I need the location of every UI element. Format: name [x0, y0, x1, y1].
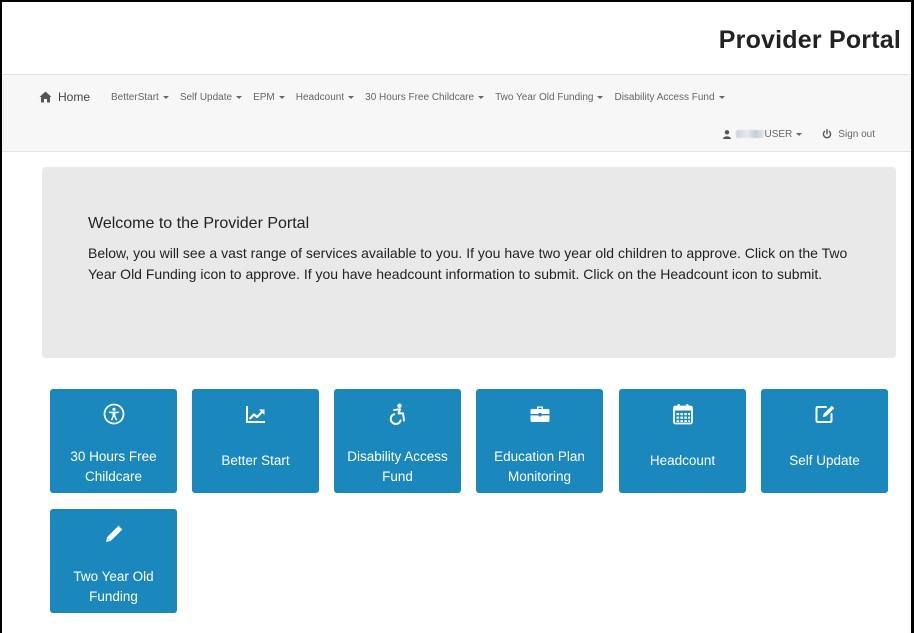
- accessibility-icon: [103, 403, 124, 425]
- user-menu-row: USER Sign out: [722, 127, 875, 141]
- caret-down-icon: [478, 95, 485, 99]
- caret-down-icon: [597, 95, 604, 99]
- tile-label: Two Year Old Funding: [73, 569, 154, 604]
- nav-dropdown-two-year-old-funding[interactable]: Two Year Old Funding: [495, 91, 604, 103]
- user-dropdown[interactable]: USER: [722, 128, 803, 140]
- nav-label: Headcount: [295, 91, 345, 103]
- pencil-icon: [105, 525, 122, 542]
- nav-dropdown-epm[interactable]: EPM: [253, 92, 285, 103]
- tile-education-plan-monitoring[interactable]: Education Plan Monitoring: [476, 389, 603, 493]
- tile-label: Self Update: [789, 453, 860, 468]
- main-navbar: Home BetterStart Self Update EPM Headcou…: [2, 74, 911, 152]
- nav-home-link[interactable]: Home: [39, 90, 90, 104]
- tile-disability-access-fund[interactable]: Disability Access Fund: [334, 389, 461, 493]
- brand-bar: Provider Portal: [2, 2, 911, 74]
- welcome-panel: Welcome to the Provider Portal Below, yo…: [42, 167, 896, 358]
- nav-label: 30 Hours Free Childcare: [365, 91, 475, 103]
- caret-down-icon: [718, 95, 725, 99]
- sign-out-link[interactable]: Sign out: [822, 129, 875, 140]
- nav-menu: Home BetterStart Self Update EPM Headcou…: [39, 89, 736, 105]
- tile-better-start[interactable]: Better Start: [192, 389, 319, 493]
- edit-icon: [815, 405, 834, 423]
- nav-dropdown-disability-access-fund[interactable]: Disability Access Fund: [614, 91, 725, 103]
- power-icon: [823, 129, 832, 139]
- user-label: USER: [764, 128, 793, 140]
- wheelchair-icon: [389, 403, 405, 425]
- caret-down-icon: [278, 95, 285, 99]
- welcome-text: Below, you will see a vast range of serv…: [88, 245, 848, 282]
- home-icon: [39, 91, 52, 103]
- caret-down-icon: [796, 132, 803, 136]
- tile-label: Better Start: [221, 453, 290, 468]
- nav-label: Self Update: [179, 91, 233, 103]
- tile-headcount[interactable]: Headcount: [619, 389, 746, 493]
- blurred-username: [735, 130, 764, 138]
- tile-label: Headcount: [649, 453, 716, 468]
- nav-dropdown-self-update[interactable]: Self Update: [179, 91, 243, 103]
- user-icon: [722, 129, 731, 139]
- caret-down-icon: [236, 95, 243, 99]
- nav-home-label: Home: [58, 90, 91, 104]
- sign-out-label: Sign out: [838, 128, 875, 140]
- nav-label: EPM: [253, 91, 275, 103]
- caret-down-icon: [162, 95, 169, 99]
- nav-label: BetterStart: [111, 91, 159, 103]
- briefcase-icon: [530, 406, 549, 422]
- nav-dropdown-30-hours[interactable]: 30 Hours Free Childcare: [365, 91, 485, 103]
- page-title: Provider Portal: [718, 26, 901, 54]
- nav-label: Disability Access Fund: [614, 91, 715, 103]
- tile-label: Education Plan Monitoring: [494, 449, 585, 484]
- nav-label: Two Year Old Funding: [495, 91, 594, 103]
- line-chart-icon: [245, 406, 265, 423]
- caret-down-icon: [348, 95, 355, 99]
- tile-label: 30 Hours Free Childcare: [70, 449, 157, 484]
- nav-dropdown-betterstart[interactable]: BetterStart: [111, 92, 169, 103]
- tile-self-update[interactable]: Self Update: [761, 389, 888, 493]
- welcome-title: Welcome to the Provider Portal: [88, 215, 310, 232]
- tile-label: Disability Access Fund: [347, 449, 448, 484]
- nav-dropdown-headcount[interactable]: Headcount: [295, 91, 355, 103]
- tile-30-hours-free-childcare[interactable]: 30 Hours Free Childcare: [50, 389, 177, 493]
- calendar-icon: [672, 404, 693, 425]
- tile-two-year-old-funding[interactable]: Two Year Old Funding: [50, 509, 177, 613]
